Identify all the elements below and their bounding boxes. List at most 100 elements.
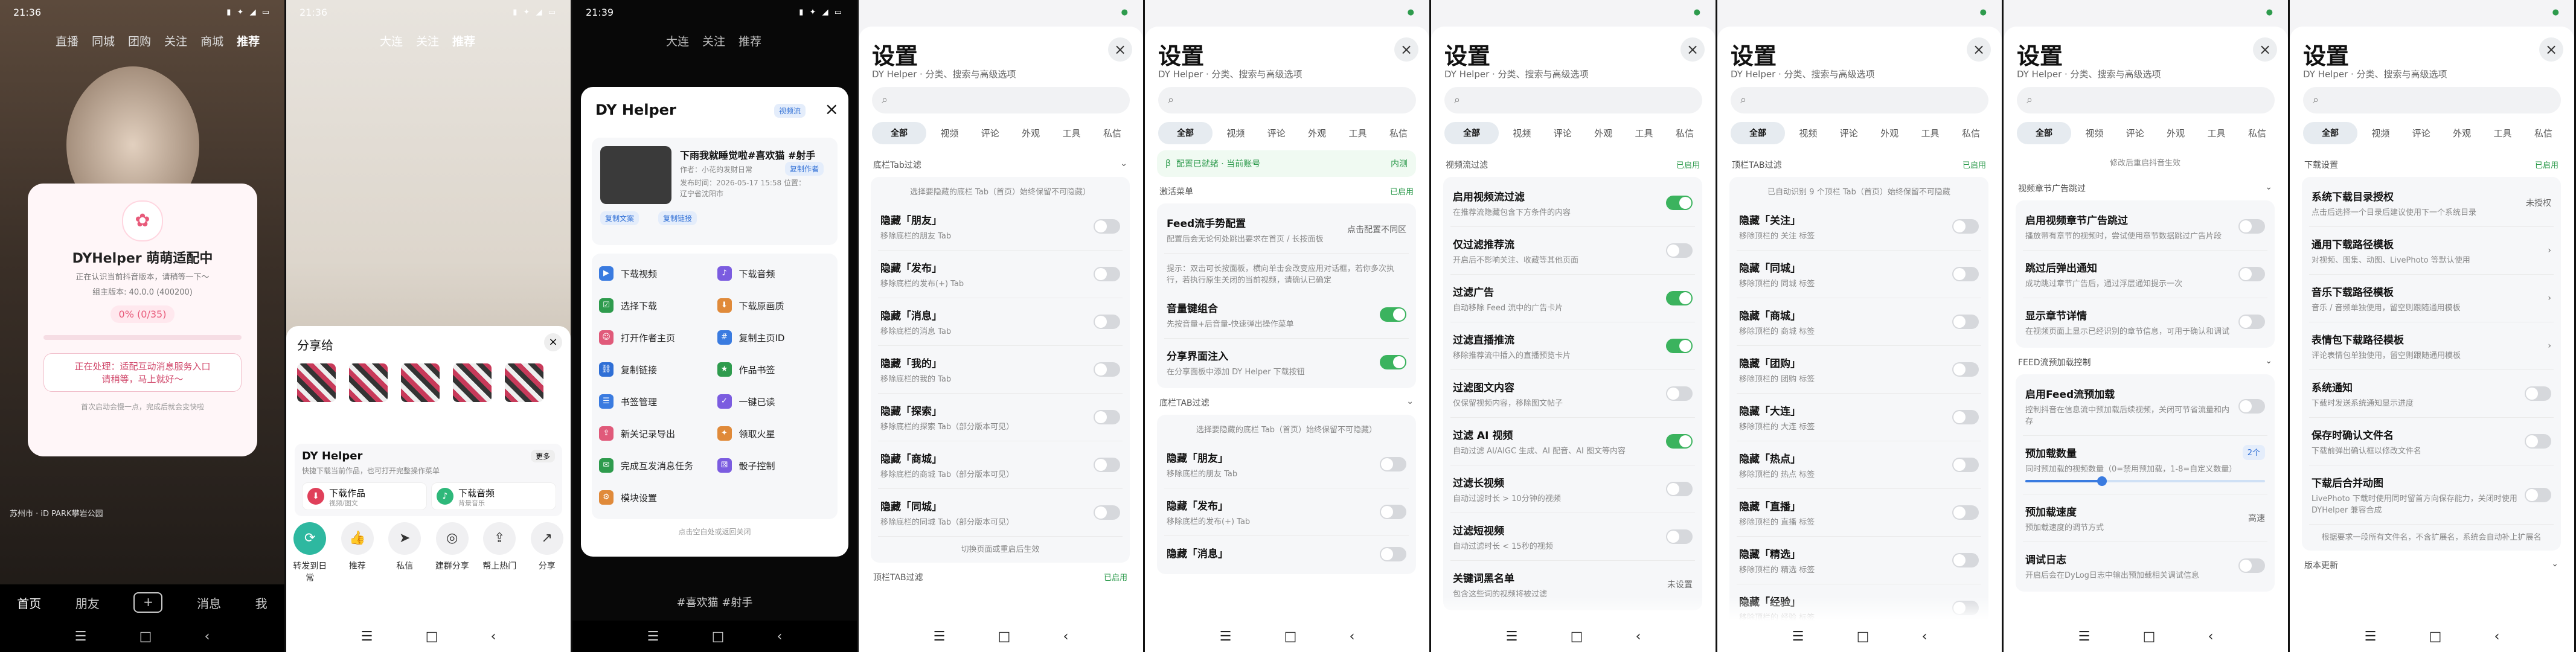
toggle-switch[interactable] [1952,362,1979,377]
toggle-switch[interactable] [1380,505,1406,519]
settings-row[interactable]: 过滤短视频 自动过滤时长 < 15秒的视频 [1450,513,1695,561]
menu-action-item[interactable]: ✉ 完成互发消息任务 [599,450,713,481]
toggle-switch[interactable] [2238,267,2265,281]
settings-row[interactable]: 隐藏「探索」 移除底栏的探索 Tab（部分版本可见） [878,394,1123,441]
settings-row[interactable]: 隐藏「同城」 移除底栏的同城 Tab（部分版本可见） [878,489,1123,537]
home-icon[interactable]: □ [712,629,725,644]
settings-row[interactable]: 显示章节详情 在视频页面上显示已经识别的章节信息，可用于确认和调试 [2023,298,2267,345]
settings-row[interactable]: 启用视频章节广告跳过 播放带有章节的视频时，尝试使用章节数据跳过广告片段 [2023,203,2267,251]
tab-item[interactable]: 同城 [92,33,115,49]
settings-row[interactable]: 隐藏「直播」 移除顶栏的 直播 标签 [1737,489,1981,537]
settings-row[interactable]: 隐藏「同城」 移除顶栏的 同城 标签 [1737,251,1981,298]
toggle-switch[interactable] [1666,339,1693,353]
settings-row[interactable]: 表情包下载路径模板 评论表情包单独使用，留空则跟随通用模板 › [2309,322,2554,370]
close-button[interactable]: × [2253,37,2277,62]
toggle-switch[interactable] [1952,410,1979,424]
contact-avatar[interactable] [401,363,440,402]
toggle-switch[interactable] [1666,196,1693,210]
category-tab[interactable]: 评论 [2118,122,2153,144]
toggle-switch[interactable] [1380,355,1406,369]
settings-row[interactable]: 隐藏「商城」 移除顶栏的 商城 标签 [1737,298,1981,346]
row-value[interactable]: › [2548,341,2551,351]
toggle-switch[interactable] [1666,482,1693,496]
action-recommend[interactable]: 👍 推荐 [339,522,376,584]
back-icon[interactable]: ‹ [1636,629,1641,644]
category-tab[interactable]: 工具 [1341,122,1376,144]
chevron-down-icon[interactable]: ⌄ [2551,559,2558,571]
settings-row[interactable]: 音量键组合 先按音量+后音量-快速弹出操作菜单 [1164,291,1409,339]
menu-action-item[interactable]: ☰ 书签管理 [599,386,713,417]
category-tab[interactable]: 私信 [1095,122,1130,144]
close-icon[interactable]: × [544,333,562,351]
menu-action-item[interactable]: ▶ 下载视频 [599,258,713,289]
menu-icon[interactable]: ☰ [1506,629,1518,644]
settings-row[interactable]: 音乐下载路径模板 音乐 / 音频单独使用，留空则跟随通用模板 › [2309,275,2554,322]
menu-icon[interactable]: ☰ [75,629,87,644]
back-icon[interactable]: ‹ [2494,629,2500,644]
settings-row[interactable]: 分享界面注入 在分享面板中添加 DY Helper 下载按钮 [1164,339,1409,386]
contact-avatar[interactable] [505,363,543,402]
category-tab[interactable]: 外观 [2444,122,2479,144]
settings-row[interactable]: 启用视频流过滤 在推荐流隐藏包含下方条件的内容 [1450,179,1695,227]
more-button[interactable]: 更多 [530,450,555,462]
search-input[interactable]: ⌕ [1444,87,1702,113]
toggle-switch[interactable] [1952,315,1979,329]
nav-friends[interactable]: 朋友 [75,594,100,612]
contact-avatar[interactable] [349,363,388,402]
back-icon[interactable]: ‹ [491,629,496,644]
tab-item[interactable]: 直播 [56,33,78,49]
settings-row[interactable]: 过滤广告 自动移除 Feed 流中的广告卡片 [1450,275,1695,322]
toggle-switch[interactable] [1952,458,1979,472]
settings-row[interactable]: 下载后合并动图 LivePhoto 下载时使用同时留首方向保存能力，关闭时使用 D… [2309,465,2554,525]
chevron-down-icon[interactable]: ⌄ [1120,159,1127,171]
menu-icon[interactable]: ☰ [647,629,659,644]
row-value[interactable]: 点击配置不同区 [1347,223,1406,235]
settings-row[interactable]: 系统下载目录授权 点击后选择一个目录后建议使用下一个系统目录 未授权 [2309,179,2554,227]
category-tab[interactable]: 评论 [1545,122,1580,144]
category-tab[interactable]: 外观 [1586,122,1621,144]
back-icon[interactable]: ‹ [2208,629,2214,644]
toggle-switch[interactable] [1380,546,1406,561]
menu-action-item[interactable]: ★ 作品书签 [717,354,831,385]
row-value[interactable]: 未授权 [2526,197,2551,209]
chevron-down-icon[interactable]: ⌄ [1406,397,1414,409]
settings-row[interactable]: 隐藏「我的」 移除底栏的我的 Tab [878,346,1123,394]
category-tab[interactable]: 外观 [1013,122,1048,144]
tab-item[interactable]: 大连 [380,33,403,49]
tab-item[interactable]: 团购 [128,33,151,49]
category-tab[interactable]: 工具 [1913,122,1948,144]
category-tab[interactable]: 评论 [1831,122,1866,144]
toggle-switch[interactable] [1094,267,1120,281]
category-tab[interactable]: 私信 [1953,122,1988,144]
nav-messages[interactable]: 消息 [197,594,221,612]
settings-row[interactable]: 启用Feed流预加载 控制抖音在信息流中预加载后续视频，关闭可节省流量和内存 [2023,377,2267,436]
category-tab[interactable]: 全部 [1731,122,1785,144]
settings-row[interactable]: 隐藏「发布」 移除底栏的发布(+) Tab [878,251,1123,298]
settings-row[interactable]: 系统通知 下载时发送系统通知显示进度 [2309,370,2554,418]
category-tab[interactable]: 全部 [1158,122,1213,144]
category-tab[interactable]: 工具 [1627,122,1662,144]
chevron-down-icon[interactable]: ⌄ [2265,182,2272,194]
menu-action-item[interactable]: # 复制主页ID [717,322,831,353]
menu-icon[interactable]: ☰ [1220,629,1232,644]
category-tab[interactable]: 全部 [872,122,926,144]
menu-action-item[interactable]: ⇪ 新关记录导出 [599,418,713,449]
toggle-switch[interactable] [1666,291,1693,305]
back-icon[interactable]: ‹ [777,629,783,644]
close-icon[interactable]: × [825,99,839,119]
settings-row[interactable]: 隐藏「热点」 移除顶栏的 热点 标签 [1737,441,1981,489]
settings-row[interactable]: 隐藏「精选」 移除顶栏的 精选 标签 [1737,537,1981,584]
menu-icon[interactable]: ☰ [2078,629,2091,644]
row-value[interactable]: › [2548,293,2551,303]
nav-me[interactable]: 我 [255,594,268,612]
back-icon[interactable]: ‹ [205,629,210,644]
toggle-switch[interactable] [2525,386,2551,401]
toggle-switch[interactable] [1666,243,1693,258]
tab-item[interactable]: 关注 [416,33,439,49]
tab-item[interactable]: 关注 [702,33,725,49]
category-tab[interactable]: 外观 [2158,122,2193,144]
menu-action-item[interactable]: ⚙ 模块设置 [599,482,713,513]
category-tab[interactable]: 评论 [973,122,1008,144]
tab-item-active[interactable]: 推荐 [452,33,475,49]
category-tab[interactable]: 评论 [1259,122,1294,144]
